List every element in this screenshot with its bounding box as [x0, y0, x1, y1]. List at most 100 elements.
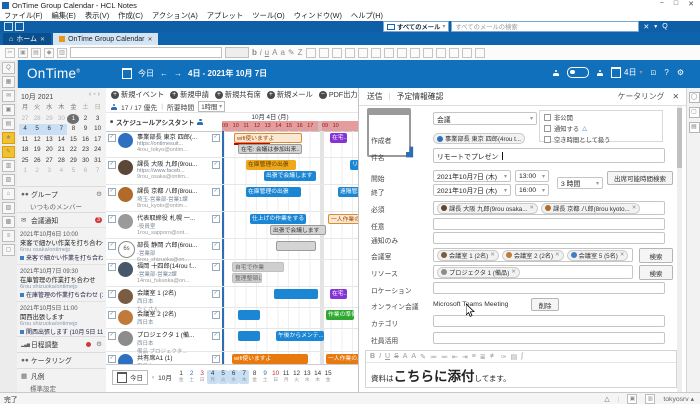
- row-checkbox[interactable]: ✓: [108, 332, 116, 340]
- minical-day[interactable]: 20: [43, 145, 55, 156]
- search-icon[interactable]: Q: [662, 23, 667, 30]
- menu-item[interactable]: ウィンドウ(W): [294, 11, 342, 21]
- row-timeline[interactable]: 仕上げの作業をする出張で会議します一人作業の...: [222, 212, 358, 238]
- minical-day[interactable]: 26: [31, 156, 43, 167]
- meeting-notice-item[interactable]: 2021年10月7日 09:30在庫管理の作業打ち合わせ6rou shizuok…: [17, 264, 106, 301]
- date-cell[interactable]: 5火: [218, 370, 229, 384]
- event[interactable]: [276, 241, 316, 251]
- minical-day[interactable]: 27: [43, 156, 55, 167]
- minical-day[interactable]: 21: [55, 145, 67, 156]
- row-checkbox[interactable]: ✓: [212, 290, 220, 298]
- toolbar-icon[interactable]: [332, 48, 342, 58]
- search-input[interactable]: すべてのメールの検索: [451, 21, 639, 32]
- event[interactable]: 在宅..: [330, 133, 347, 143]
- meeting-notice-item[interactable]: 2021年10月5日 11:00関西出張します6rou shizuoka/ont…: [17, 301, 106, 338]
- text-size-icon[interactable]: a: [280, 48, 284, 57]
- event[interactable]: wifi使いますよ: [234, 133, 302, 143]
- action-button[interactable]: +新規メール: [267, 90, 313, 100]
- attendee-chip[interactable]: プロジェクタ 1 (備品)✕: [437, 267, 520, 278]
- event[interactable]: 出張で会議します: [264, 171, 316, 181]
- minical-day[interactable]: 7: [55, 124, 67, 135]
- chip-remove-icon[interactable]: ✕: [490, 252, 495, 258]
- body-editor[interactable]: BIUSAA✎≔≕⇤⇥≡≣≢✑▤ʃ 資料はこちらに添付してます。: [365, 350, 677, 388]
- font-size-dropdown[interactable]: [225, 47, 249, 58]
- row-checkbox[interactable]: ✓: [108, 311, 116, 319]
- menu-item[interactable]: 作成(C): [118, 11, 143, 21]
- chip-remove-icon[interactable]: ✕: [632, 205, 637, 211]
- flag-option[interactable]: 空き時間として扱う: [544, 135, 658, 144]
- attendee-chip[interactable]: 会議室 5 (5名)✕: [567, 250, 629, 261]
- highlighter-icon[interactable]: ✎: [420, 353, 426, 361]
- checkbox[interactable]: [544, 125, 551, 132]
- schedule-row[interactable]: ✓代表取締役 札幌 一...-役員室1rou_sapporo@ont...✓仕上…: [106, 212, 358, 239]
- duration-dropdown[interactable]: 3 時間▾: [557, 177, 603, 189]
- next-arrow-icon[interactable]: →: [174, 69, 182, 78]
- minical-day[interactable]: 12: [31, 135, 43, 146]
- sametime-icon[interactable]: ★: [2, 132, 15, 144]
- activities-icon[interactable]: ✎: [2, 146, 15, 158]
- numbered-list-icon[interactable]: ≕: [441, 353, 448, 361]
- minical-day[interactable]: 9: [79, 124, 91, 135]
- event[interactable]: 在庫管理の出張: [246, 187, 301, 197]
- indent-icon[interactable]: ⇥: [462, 353, 468, 361]
- calendar-icon[interactable]: ▣: [2, 104, 15, 116]
- start-date-dropdown[interactable]: 2021年10月7日 (木)▾: [433, 170, 511, 182]
- widgets-icon[interactable]: ⌂: [2, 188, 15, 200]
- required-attendees-input[interactable]: 課長 大阪 九郎(9rou osaka...✕課長 京都 八郎(8rou kyo…: [433, 201, 665, 215]
- row-checkbox[interactable]: ✓: [212, 311, 220, 319]
- minical-day[interactable]: 15: [67, 135, 79, 146]
- row-checkbox[interactable]: ✓: [108, 355, 116, 363]
- style-icon[interactable]: Z: [298, 48, 303, 57]
- chip-remove-icon[interactable]: ✕: [620, 252, 625, 258]
- date-cell[interactable]: 3日: [197, 370, 208, 384]
- notebook-icon[interactable]: ▧: [2, 174, 15, 186]
- date-cell[interactable]: 1金: [176, 370, 187, 384]
- group-view-icon[interactable]: [553, 70, 559, 76]
- toolbar-icon[interactable]: [358, 48, 368, 58]
- bookmark-icon[interactable]: [15, 22, 24, 31]
- row-timeline[interactable]: wifi使いますよ一人作業の...: [222, 352, 358, 364]
- image-icon[interactable]: ▤: [511, 353, 518, 361]
- view-length-dropdown[interactable]: 4日 ▾: [611, 67, 642, 78]
- close-button[interactable]: ✕: [688, 0, 694, 8]
- tab-close-icon[interactable]: ✕: [40, 36, 45, 43]
- toolbar-icon[interactable]: [345, 48, 355, 58]
- minical-day[interactable]: 11: [19, 135, 31, 146]
- align-center-icon[interactable]: ≣: [480, 353, 486, 361]
- flag-option[interactable]: 通知する△: [544, 124, 658, 133]
- end-time-dropdown[interactable]: 16:00▾: [515, 184, 549, 196]
- copy-icon[interactable]: ▣: [18, 48, 28, 58]
- minical-day[interactable]: 1: [67, 114, 79, 125]
- event[interactable]: wifi使いますよ: [232, 354, 308, 364]
- filter-icon[interactable]: ▼: [653, 24, 658, 30]
- row-timeline[interactable]: 在庫管理の出張出張で会議しますリモ..: [222, 158, 358, 184]
- row-checkbox[interactable]: ✓: [108, 263, 116, 271]
- schedule-row[interactable]: ✓事業部長 東京 四郎(...https://ontimesuit...4rou…: [106, 131, 358, 158]
- align-left-icon[interactable]: ≡: [472, 353, 476, 360]
- date-cell[interactable]: 8金: [249, 370, 260, 384]
- date-cell[interactable]: 2土: [186, 370, 197, 384]
- row-checkbox[interactable]: ✓: [108, 188, 116, 196]
- minical-day[interactable]: 23: [79, 145, 91, 156]
- date-cell[interactable]: 11月: [281, 370, 292, 384]
- signer-icon[interactable]: ▣: [627, 394, 637, 404]
- date-cell[interactable]: 7木: [239, 370, 250, 384]
- attendee-chip[interactable]: 会議室 2 (2名)✕: [502, 250, 564, 261]
- flag-option[interactable]: 非公開: [544, 113, 658, 122]
- event[interactable]: 在庫管理の出張: [246, 160, 296, 170]
- event[interactable]: 整理整頓は...: [232, 273, 262, 283]
- row-checkbox[interactable]: ✓: [212, 215, 220, 223]
- send-button[interactable]: 送信: [367, 91, 383, 102]
- location-input[interactable]: [433, 282, 665, 294]
- expand-icon[interactable]: ⊡: [651, 69, 657, 77]
- schedule-row[interactable]: ✓プロジェクタ 1 (備...西日本備品 プロジェクタ...✓午後からメンテ..…: [106, 329, 358, 352]
- minical-day[interactable]: 27: [19, 114, 31, 125]
- schedule-row[interactable]: ✓課長 京都 八郎(8rou...埼玉-営業部-営業1課8rou_kyoto@o…: [106, 185, 358, 212]
- attendee-chip[interactable]: 課長 京都 八郎(8rou kyoto...✕: [541, 203, 640, 214]
- row-timeline[interactable]: 自宅で作業整理整頓は...: [222, 260, 358, 286]
- notice-link[interactable]: 関西出張します (10月 5日 11:...: [20, 327, 103, 336]
- panel-close-icon[interactable]: ✕: [672, 92, 679, 101]
- end-date-dropdown[interactable]: 2021年10月7日 (木)▾: [433, 184, 511, 196]
- minical-day[interactable]: 29: [67, 156, 79, 167]
- minical-day[interactable]: 24: [92, 145, 104, 156]
